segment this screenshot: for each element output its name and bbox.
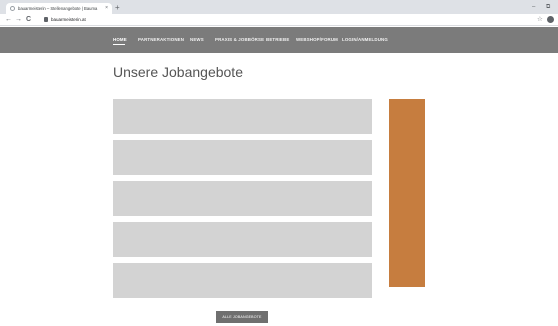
nav-item-praxis-jobboerse[interactable]: PRAXIS & JOBBÖRSE — [215, 37, 264, 42]
close-tab-icon[interactable]: × — [105, 6, 108, 11]
minimize-window-icon[interactable]: – — [532, 3, 535, 11]
all-jobs-button[interactable]: ALLE JOBANGEBOTE — [216, 311, 268, 323]
back-icon[interactable]: ← — [5, 15, 12, 25]
job-card[interactable] — [113, 181, 372, 216]
nav-item-partneraktionen[interactable]: PARTNERAKTIONEN — [138, 37, 184, 42]
address-bar[interactable]: bauarmeisterin.at — [51, 16, 86, 24]
bookmark-star-icon[interactable]: ☆ — [537, 15, 543, 25]
profile-avatar-icon[interactable] — [547, 16, 554, 23]
nav-item-betriebe[interactable]: BETRIEBE — [266, 37, 289, 42]
job-card[interactable] — [113, 140, 372, 175]
job-card[interactable] — [113, 263, 372, 298]
nav-item-login-anmeldung[interactable]: LOGIN/ANMELDUNG — [342, 37, 388, 42]
browser-tab[interactable]: bauarmeisterin – Stellenangebote | Bauma… — [6, 3, 112, 14]
site-favicon-icon — [10, 6, 15, 11]
nav-active-indicator — [113, 44, 125, 45]
browser-tab-title: bauarmeisterin – Stellenangebote | Bauma — [18, 6, 98, 11]
job-card[interactable] — [113, 99, 372, 134]
restore-window-icon[interactable]: ⧉ — [546, 3, 550, 11]
page-title: Unsere Jobangebote — [113, 64, 243, 80]
nav-item-home[interactable]: HOME — [113, 37, 127, 42]
browser-toolbar: ← → C bauarmeisterin.at ☆ — [0, 14, 558, 26]
lock-icon[interactable] — [44, 17, 48, 22]
sidebar-banner[interactable] — [389, 99, 425, 287]
nav-item-news[interactable]: NEWS — [190, 37, 204, 42]
forward-icon[interactable]: → — [15, 15, 22, 25]
new-tab-icon[interactable]: + — [115, 3, 120, 12]
site-navigation: HOME PARTNERAKTIONEN NEWS PRAXIS & JOBBÖ… — [0, 27, 558, 53]
browser-tab-strip: bauarmeisterin – Stellenangebote | Bauma… — [0, 0, 558, 14]
job-card[interactable] — [113, 222, 372, 257]
reload-icon[interactable]: C — [26, 15, 31, 25]
nav-item-webshop-forum[interactable]: WEBSHOP/FORUM — [296, 37, 338, 42]
